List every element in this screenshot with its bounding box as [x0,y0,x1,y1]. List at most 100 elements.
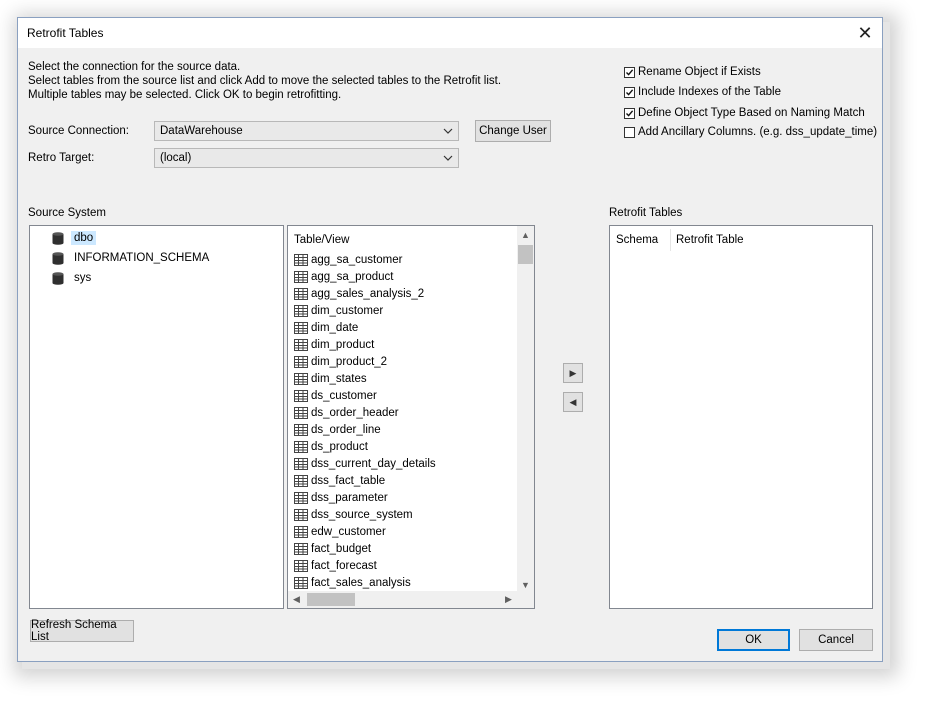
table-name: ds_order_header [311,406,399,419]
table-list-item[interactable]: dim_product [294,336,374,353]
vertical-scrollbar[interactable]: ▲ ▼ [517,226,534,593]
horizontal-scroll-thumb[interactable] [307,593,355,606]
option-checkbox[interactable]: Rename Object if Exists [624,66,761,78]
table-list-item[interactable]: dss_fact_table [294,472,385,489]
checkbox-unchecked-icon[interactable] [624,126,635,138]
remove-table-button[interactable]: ◀ [563,392,583,412]
table-list-item[interactable]: agg_sa_customer [294,251,402,268]
table-list-item[interactable]: agg_sa_product [294,268,393,285]
checkbox-checked-icon[interactable] [624,107,635,119]
table-list-item[interactable]: dss_current_day_details [294,455,436,472]
option-checkbox[interactable]: Add Ancillary Columns. (e.g. dss_update_… [624,126,877,138]
column-divider [670,229,671,251]
schema-item[interactable]: INFORMATION_SCHEMA [52,249,212,267]
table-grid-icon [294,287,308,300]
instruction-line-2: Select tables from the source list and c… [28,75,502,87]
table-list-item[interactable]: dim_states [294,370,367,387]
table-list-item[interactable]: agg_sales_analysis_2 [294,285,424,302]
option-label: Include Indexes of the Table [638,86,782,98]
table-name: agg_sa_customer [311,253,403,266]
source-connection-value: DataWarehouse [160,125,243,137]
cancel-button[interactable]: Cancel [799,629,873,651]
table-grid-icon [294,525,308,538]
table-grid-icon [294,576,308,589]
option-label: Define Object Type Based on Naming Match [638,107,865,119]
table-list-item[interactable]: dim_date [294,319,358,336]
database-icon [52,231,64,245]
option-label: Add Ancillary Columns. (e.g. dss_update_… [638,126,878,138]
retrofit-tables-label: Retrofit Tables [609,207,683,219]
scroll-up-icon[interactable]: ▲ [517,226,534,243]
table-list-item[interactable]: ds_product [294,438,368,455]
table-name: ds_order_line [311,423,381,436]
retro-target-label: Retro Target: [28,152,95,164]
table-list-item[interactable]: dss_source_system [294,506,413,523]
table-name: agg_sales_analysis_2 [311,287,425,300]
checkbox-checked-icon[interactable] [624,66,635,78]
table-name: ds_customer [311,389,377,402]
schema-label: dbo [71,231,97,245]
arrow-left-icon: ◀ [569,396,577,407]
table-grid-icon [294,474,308,487]
table-name: dss_fact_table [311,474,386,487]
option-checkbox[interactable]: Define Object Type Based on Naming Match [624,107,865,119]
schema-item[interactable]: dbo [52,229,97,247]
schema-label: INFORMATION_SCHEMA [74,252,210,264]
column-header-schema[interactable]: Schema [616,234,658,246]
table-name: edw_customer [311,525,386,538]
instruction-line-3: Multiple tables may be selected. Click O… [28,89,342,101]
retro-target-select[interactable]: (local) [154,148,459,168]
table-name: dim_product [311,338,375,351]
table-list-item[interactable]: dim_product_2 [294,353,387,370]
close-button[interactable]: ✕ [848,18,882,48]
source-connection-label: Source Connection: [28,125,130,137]
scroll-corner [517,591,534,608]
scroll-left-icon[interactable]: ◀ [288,591,305,608]
scroll-right-icon[interactable]: ▶ [500,591,517,608]
option-checkbox[interactable]: Include Indexes of the Table [624,86,781,98]
add-table-button[interactable]: ▶ [563,363,583,383]
table-list-item[interactable]: ds_order_header [294,404,399,421]
database-icon [52,251,64,265]
table-grid-icon [294,304,308,317]
table-list-item[interactable]: ds_order_line [294,421,381,438]
table-name: dim_states [311,372,367,385]
table-grid-icon [294,270,308,283]
schema-tree[interactable]: dbo INFORMATION_SCHEMAsys [29,225,284,609]
ok-button[interactable]: OK [717,629,790,651]
retro-target-value: (local) [160,152,192,164]
source-connection-select[interactable]: DataWarehouse [154,121,459,141]
table-grid-icon [294,423,308,436]
table-name: dim_product_2 [311,355,388,368]
table-list-item[interactable]: fact_sales_analysis [294,574,411,591]
table-list[interactable]: Table/View agg_sa_customer agg_sa_product… [287,225,535,609]
column-header-retrofit-table[interactable]: Retrofit Table [676,234,744,246]
source-system-label: Source System [28,207,106,219]
table-list-item[interactable]: edw_customer [294,523,386,540]
checkbox-checked-icon[interactable] [624,86,635,98]
option-label: Rename Object if Exists [638,66,761,78]
table-grid-icon [294,321,308,334]
table-grid-icon [294,355,308,368]
table-list-item[interactable]: dss_parameter [294,489,388,506]
change-user-button[interactable]: Change User [475,120,551,142]
schema-item[interactable]: sys [52,269,94,287]
retrofit-tables-list[interactable]: Schema Retrofit Table [609,225,873,609]
table-grid-icon [294,406,308,419]
table-list-item[interactable]: dim_customer [294,302,383,319]
table-list-item[interactable]: fact_forecast [294,557,377,574]
table-grid-icon [294,389,308,402]
vertical-scroll-thumb[interactable] [518,245,533,264]
refresh-schema-list-button[interactable]: Refresh Schema List [30,619,134,643]
table-name: dss_parameter [311,491,388,504]
table-list-item[interactable]: ds_customer [294,387,377,404]
table-grid-icon [294,559,308,572]
table-grid-icon [294,338,308,351]
table-list-header: Table/View [294,234,350,246]
horizontal-scrollbar[interactable]: ◀ ▶ [288,591,517,608]
table-name: dim_customer [311,304,384,317]
chevron-down-icon [443,128,453,134]
table-list-item[interactable]: fact_budget [294,540,371,557]
window-title: Retrofit Tables [27,26,104,40]
table-name: fact_sales_analysis [311,576,411,589]
